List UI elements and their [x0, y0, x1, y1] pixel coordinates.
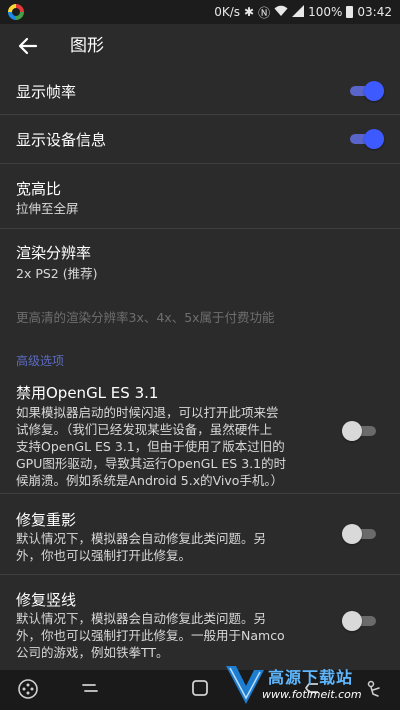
bluetooth-icon: ✱: [244, 5, 255, 19]
description-line: 候崩溃。例如系统是Android 5.x的Vivo手机。）: [16, 473, 284, 488]
battery-percent: 100%: [308, 5, 343, 19]
arrow-left-icon[interactable]: [14, 32, 42, 60]
recent-apps-icon[interactable]: [78, 678, 102, 702]
setting-description: 默认情况下，模拟器会自动修复此类问题。另 外，你也可以强制打开此修复。: [16, 530, 322, 564]
description-line: GPU图形驱动，导致其运行OpenGL ES 3.1的时: [16, 456, 287, 471]
paid-feature-note: 更高清的渲染分辨率3x、4x、5x属于付费功能: [16, 310, 275, 325]
setting-title: 宽高比: [16, 180, 62, 198]
nfc-icon: Ⓝ: [258, 5, 271, 20]
setting-value: 2x PS2 (推荐): [16, 266, 98, 281]
divider: [0, 228, 400, 229]
description-line: 外，你也可以强制打开此修复。: [16, 548, 192, 563]
setting-title: 修复重影: [16, 511, 77, 529]
divider: [0, 114, 400, 115]
section-header-advanced: 高级选项: [16, 354, 65, 368]
watermark-title: 高源下载站: [268, 668, 354, 687]
description-line: 如果模拟器启动的时候闪退，可以打开此项来尝: [16, 405, 279, 420]
watermark-logo: [226, 666, 264, 704]
toggle-thumb: [342, 611, 362, 631]
toggle-thumb: [364, 129, 384, 149]
watermark-url: www.fotimeit.com: [262, 688, 362, 701]
clock: 03:42: [357, 5, 392, 19]
status-bar: 0K/s ✱ Ⓝ 100% 03:42: [0, 0, 400, 24]
home-icon[interactable]: [188, 678, 212, 702]
setting-title: 显示设备信息: [16, 131, 107, 149]
show-device-info-toggle[interactable]: [350, 129, 384, 149]
page-title: 图形: [70, 36, 104, 56]
description-line: 公司的游戏，例如铁拳TT。: [16, 645, 169, 660]
site-watermark: 高源下载站 www.fotimeit.com: [224, 662, 394, 708]
fix-ghosting-toggle[interactable]: [342, 524, 376, 544]
description-line: 试修复。（我们已经发现某些设备，虽然硬件上: [16, 422, 273, 437]
setting-title: 显示帧率: [16, 83, 77, 101]
toggle-thumb: [342, 421, 362, 441]
app-notification-icon: [8, 4, 24, 20]
show-fps-toggle[interactable]: [350, 81, 384, 101]
toggle-thumb: [342, 524, 362, 544]
signal-icon: [292, 4, 305, 20]
description-line: 默认情况下，模拟器会自动修复此类问题。另: [16, 531, 267, 546]
description-line: 外，你也可以强制打开此修复。一般用于Namco: [16, 628, 285, 643]
network-speed: 0K/s: [214, 5, 241, 19]
fix-vertical-lines-toggle[interactable]: [342, 611, 376, 631]
description-line: 支持OpenGL ES 3.1，但由于使用了版本过旧的: [16, 439, 285, 454]
status-indicators: 0K/s ✱ Ⓝ 100% 03:42: [214, 0, 392, 24]
disable-opengl-toggle[interactable]: [342, 421, 376, 441]
setting-value: 拉伸至全屏: [16, 201, 79, 216]
gamepad-icon[interactable]: [16, 678, 40, 702]
setting-description: 默认情况下，模拟器会自动修复此类问题。另 外，你也可以强制打开此修复。一般用于N…: [16, 610, 322, 661]
description-line: 默认情况下，模拟器会自动修复此类问题。另: [16, 611, 267, 626]
wifi-icon: [274, 5, 288, 20]
toggle-thumb: [364, 81, 384, 101]
setting-title: 禁用OpenGL ES 3.1: [16, 384, 159, 402]
divider: [0, 163, 400, 164]
divider: [0, 493, 400, 494]
setting-title: 修复竖线: [16, 591, 77, 609]
battery-icon: [346, 6, 354, 18]
app-toolbar: 图形: [0, 24, 400, 68]
setting-description: 如果模拟器启动的时候闪退，可以打开此项来尝 试修复。（我们已经发现某些设备，虽然…: [16, 404, 322, 489]
divider: [0, 574, 400, 575]
setting-title: 渲染分辨率: [16, 244, 92, 262]
